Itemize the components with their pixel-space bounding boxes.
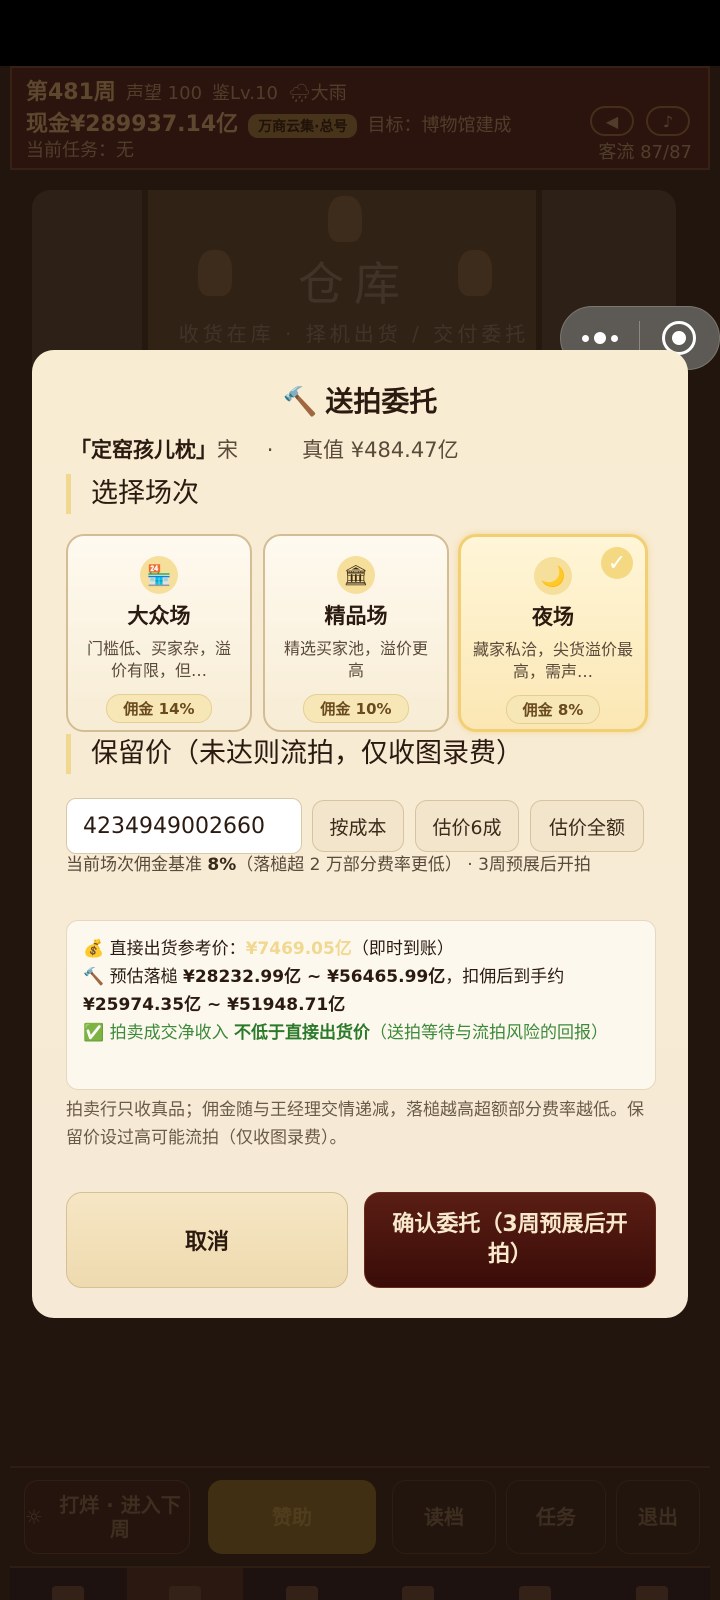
- preset-full-button[interactable]: 估价全额: [530, 800, 644, 852]
- status-bar: [0, 0, 720, 66]
- item-name: 「定窑孩儿枕」: [70, 438, 217, 462]
- item-separator: ·: [266, 438, 274, 462]
- museum-icon: 🏛: [337, 556, 375, 594]
- session-name: 夜场: [532, 605, 574, 629]
- price-estimate-box: 💰 直接出货参考价：¥7469.05亿（即时到账） 🔨 预估落槌 ¥28232.…: [66, 920, 656, 1090]
- commission-info: 当前场次佣金基准 8%（落槌超 2 万部分费率更低） · 3周预展后开拍: [66, 855, 591, 875]
- preset-cost-button[interactable]: 按成本: [312, 800, 404, 852]
- market-stall-icon: 🏪: [140, 556, 178, 594]
- preset-60pct-button[interactable]: 估价6成: [415, 800, 519, 852]
- session-desc: 藏家私洽，尖货溢价最高，需声…: [473, 640, 633, 681]
- reserve-price-input[interactable]: [66, 798, 302, 854]
- session-card-public[interactable]: 🏪 大众场 门槛低、买家杂，溢价有限，但… 佣金 14%: [66, 534, 252, 732]
- net-range: ¥25974.35亿 ~ ¥51948.71亿: [83, 995, 346, 1015]
- item-true-value: 真值 ¥484.47亿: [302, 438, 459, 462]
- more-options-icon[interactable]: [561, 332, 639, 344]
- dialog-title: 🔨 送拍委托: [32, 380, 688, 420]
- direct-sale-line: 💰 直接出货参考价：¥7469.05亿（即时到账）: [83, 939, 454, 959]
- hammer-estimate-line: 🔨 预估落槌 ¥28232.99亿 ~ ¥56465.99亿，扣佣后到手约 ¥2…: [83, 967, 565, 1015]
- commission-rate: 8%: [207, 855, 237, 875]
- item-dynasty: 宋: [217, 438, 238, 462]
- auction-rules-notice: 拍卖行只收真品；佣金随与王经理交情递减，落槌越高超额部分费率越低。保留价设过高可…: [66, 1100, 644, 1148]
- net-income-line: ✅ 拍卖成交净收入 不低于直接出货价（送拍等待与流拍风险的回报）: [83, 1023, 608, 1043]
- selected-check-icon: ✓: [601, 547, 633, 579]
- session-name: 精品场: [324, 604, 388, 628]
- confirm-consignment-button[interactable]: 确认委托（3周预展后开拍）: [364, 1192, 656, 1288]
- item-summary: 「定窑孩儿枕」宋 · 真值 ¥484.47亿: [70, 434, 459, 464]
- session-section-title: 选择场次: [66, 474, 199, 514]
- reserve-price-row: 按成本 估价6成 估价全额: [66, 798, 656, 854]
- dialog-title-text: 送拍委托: [325, 385, 438, 418]
- session-desc: 门槛低、买家杂，溢价有限，但…: [86, 639, 231, 680]
- moon-icon: 🌙: [534, 557, 572, 595]
- session-card-night[interactable]: ✓ 🌙 夜场 藏家私洽，尖货溢价最高，需声… 佣金 8%: [458, 534, 648, 732]
- commission-badge: 佣金 8%: [505, 695, 601, 724]
- cancel-button[interactable]: 取消: [66, 1192, 348, 1288]
- session-desc: 精选买家池，溢价更高: [283, 639, 428, 680]
- commission-badge: 佣金 10%: [303, 694, 409, 723]
- commission-badge: 佣金 14%: [106, 694, 212, 723]
- auction-consignment-dialog: 🔨 送拍委托 「定窑孩儿枕」宋 · 真值 ¥484.47亿 选择场次 🏪 大众场 …: [32, 350, 688, 1318]
- session-cards: 🏪 大众场 门槛低、买家杂，溢价有限，但… 佣金 14% 🏛 精品场 精选买家池…: [66, 534, 656, 732]
- hammer-icon: 🔨: [282, 385, 318, 418]
- reserve-section-title: 保留价（未达则流拍，仅收图录费）: [66, 734, 523, 774]
- direct-sale-price: ¥7469.05亿: [245, 939, 352, 959]
- session-name: 大众场: [127, 604, 191, 628]
- hammer-range: ¥28232.99亿 ~ ¥56465.99亿: [182, 967, 446, 987]
- session-card-premium[interactable]: 🏛 精品场 精选买家池，溢价更高 佣金 10%: [263, 534, 449, 732]
